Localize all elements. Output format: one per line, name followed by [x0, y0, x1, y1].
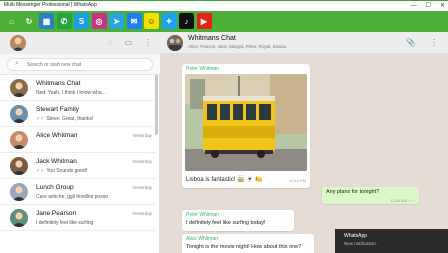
chat-list-panel: ◌ ▭ ⋮ ⌕ Whitmans Chat Ned: Yeah, I think …: [0, 32, 160, 253]
message-text: Any plans for tonight?: [326, 189, 380, 195]
menu-icon[interactable]: ⋮: [144, 38, 152, 47]
home-icon[interactable]: ⌂: [4, 13, 19, 29]
group-avatar[interactable]: [167, 35, 183, 51]
chat-preview-text: You Sounds good!: [46, 168, 88, 174]
minimize-button[interactable]: —: [411, 1, 417, 11]
message-bubble-incoming[interactable]: Alice Whitman Tonight is the movie night…: [182, 234, 314, 253]
chat-time: Yesterday: [132, 159, 152, 164]
multi-window-icon[interactable]: ▦: [39, 13, 54, 29]
chat-list-item[interactable]: Alice Whitman Yesterday: [0, 127, 156, 153]
search-bar: ⌕: [0, 54, 160, 75]
chat-name: Whitmans Chat: [36, 80, 81, 87]
chat-name: Jane Pearson: [36, 210, 77, 217]
conversation-panel: Whitmans Chat Alice, Francis, Jack, Marg…: [160, 32, 448, 253]
maximize-button[interactable]: ☐: [426, 1, 431, 11]
message-sender: Alice Whitman: [186, 236, 218, 242]
chat-preview-text: Care amiche, ggli fenellini posso: [36, 194, 108, 200]
window-titlebar: Multi Messenger Professional | WhatsApp …: [0, 0, 448, 11]
message-text: I definitely feel like surfing today!: [186, 220, 266, 226]
contact-avatar: [10, 131, 28, 149]
search-input[interactable]: [27, 60, 147, 69]
chat-name: Jack Whitman: [36, 158, 77, 165]
chat-preview: ✓✓ You Sounds good!: [36, 168, 146, 174]
chat-preview: ✓✓ Steve: Great, thanks!: [36, 116, 146, 122]
chat-list-item[interactable]: Jane Pearson Yesterday I definitely feel l…: [0, 205, 156, 231]
chat-preview-text: I definitely feel like surfing: [36, 220, 94, 226]
youtube-icon[interactable]: ▶: [196, 13, 212, 29]
skype-icon[interactable]: S: [74, 13, 89, 29]
message-text: Lisboa is fantastic! 🚋 🍷 🍋: [186, 177, 263, 183]
contact-avatar: [10, 105, 28, 123]
instagram-icon[interactable]: ◎: [91, 13, 107, 29]
close-button[interactable]: ✕: [440, 1, 445, 11]
contact-avatar: [10, 79, 28, 97]
menu-icon[interactable]: ⋮: [430, 38, 438, 47]
refresh-icon[interactable]: ↻: [21, 13, 37, 29]
snapchat-icon[interactable]: ☺: [144, 13, 159, 29]
window-title: Multi Messenger Professional | WhatsApp: [4, 2, 97, 8]
message-bubble-incoming[interactable]: Peter Whitman Lisboa is fantastic! 🚋 🍷 🍋…: [182, 64, 310, 188]
chat-preview: Care amiche, ggli fenellini posso: [36, 194, 146, 200]
tiktok-icon[interactable]: ♪: [179, 13, 194, 29]
status-icon[interactable]: ◌: [108, 38, 113, 47]
chat-list-item[interactable]: Jack Whitman Yesterday ✓✓ You Sounds good!: [0, 153, 156, 179]
notification-toast[interactable]: WhatsApp New notification.: [335, 229, 448, 253]
message-time: 12:44 PM: [288, 178, 306, 183]
chat-list-scrollbar[interactable]: [155, 75, 158, 135]
chat-list-item[interactable]: Lunch Group Yesterday Care amiche, ggli fe…: [0, 179, 156, 205]
message-bubble-outgoing[interactable]: Any plans for tonight? 12:46 AM ✓✓: [322, 187, 419, 204]
new-chat-icon[interactable]: ▭: [124, 38, 132, 47]
message-sender: Peter Whitman: [186, 212, 220, 218]
messenger-icon[interactable]: ✉: [126, 13, 142, 29]
message-bubble-incoming[interactable]: Peter Whitman I definitely feel like sur…: [182, 210, 294, 231]
chat-time: Yesterday: [132, 185, 152, 190]
service-toolbar: ⌂ ↻ ▦ ✆ S ◎ ➤ ✉ ☺ ✦ ♪ ▶: [0, 11, 448, 32]
profile-header: ◌ ▭ ⋮: [0, 32, 160, 54]
whatsapp-icon[interactable]: ✆: [56, 13, 72, 29]
read-receipt-icon: ✓✓: [36, 116, 45, 122]
twitter-icon[interactable]: ✦: [161, 13, 177, 29]
chat-list: Whitmans Chat Ned: Yeah, I think I know w…: [0, 75, 156, 231]
conversation-participants: Alice, Francis, Jack, Margot, Peter, Roy…: [188, 44, 287, 49]
contact-avatar: [10, 183, 28, 201]
chat-time: Yesterday: [132, 211, 152, 216]
notification-message: New notification.: [344, 241, 378, 246]
search-box[interactable]: ⌕: [7, 58, 153, 71]
read-receipt-icon: ✓✓: [36, 168, 45, 174]
search-icon: ⌕: [15, 60, 19, 67]
chat-preview: Ned: Yeah, I think I know wha...: [36, 90, 146, 96]
notification-title: WhatsApp: [344, 233, 368, 239]
message-text: Tonight is the movie night! How about th…: [186, 244, 302, 250]
chat-preview-text: Ned: Yeah, I think I know wha...: [36, 90, 106, 96]
chat-name: Stewart Family: [36, 106, 79, 113]
contact-avatar: [10, 209, 28, 227]
chat-list-item[interactable]: Whitmans Chat Ned: Yeah, I think I know w…: [0, 75, 156, 101]
telegram-icon[interactable]: ➤: [109, 13, 124, 29]
tram-photo[interactable]: [185, 74, 307, 171]
message-time: 12:46 AM ✓✓: [390, 198, 415, 203]
message-sender: Peter Whitman: [186, 66, 220, 72]
conversation-header: Whitmans Chat Alice, Francis, Jack, Marg…: [160, 32, 448, 54]
chat-preview-text: Steve: Great, thanks!: [46, 116, 94, 122]
my-avatar[interactable]: [10, 35, 26, 51]
conversation-title: Whitmans Chat: [188, 35, 236, 42]
chat-name: Lunch Group: [36, 184, 74, 191]
chat-preview: I definitely feel like surfing: [36, 220, 146, 226]
contact-avatar: [10, 157, 28, 175]
chat-time: Yesterday: [132, 133, 152, 138]
chat-name: Alice Whitman: [36, 132, 78, 139]
attach-icon[interactable]: 📎: [406, 38, 416, 47]
chat-list-item[interactable]: Stewart Family ✓✓ Steve: Great, thanks!: [0, 101, 156, 127]
